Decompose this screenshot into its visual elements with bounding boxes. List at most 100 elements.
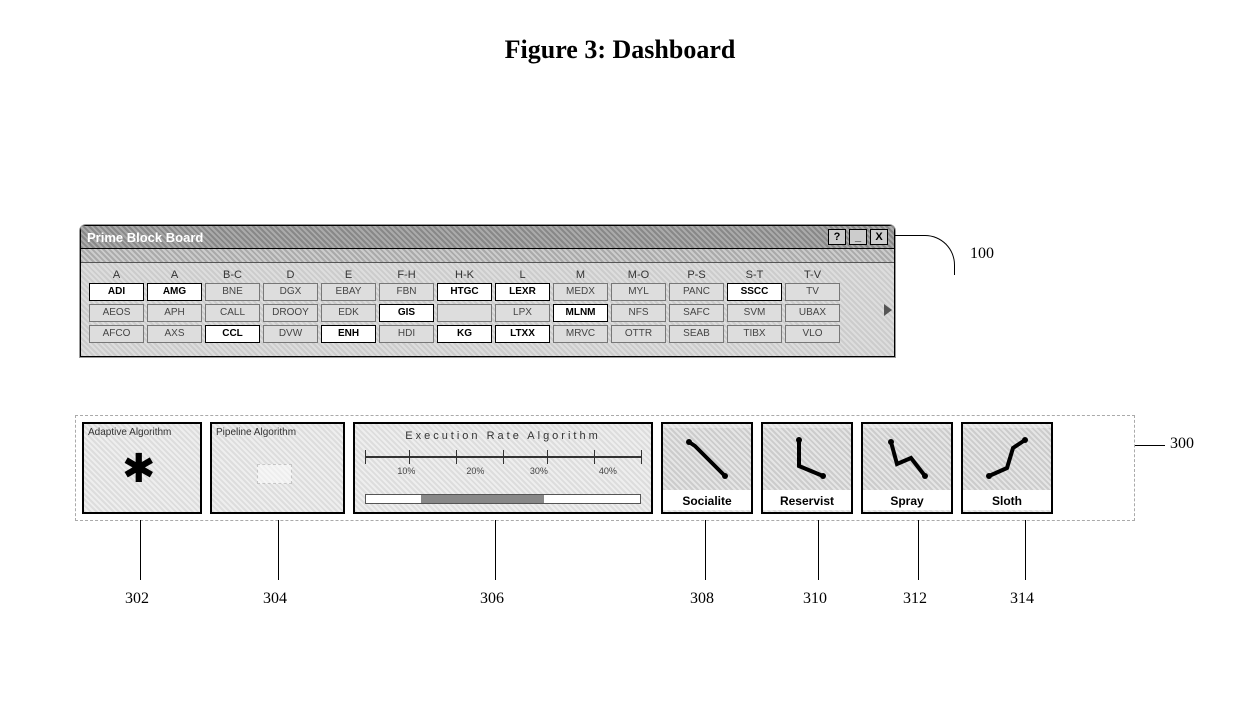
ticker-cell[interactable]: DROOY — [263, 304, 318, 322]
strategy-socialite[interactable]: Socialite — [661, 422, 753, 514]
help-button[interactable]: ? — [828, 229, 846, 245]
ticker-cell[interactable]: VLO — [785, 325, 840, 343]
callout-308: 308 — [690, 590, 714, 608]
ticker-cell[interactable]: HDI — [379, 325, 434, 343]
strategy-sloth[interactable]: Sloth — [961, 422, 1053, 514]
ticker-cell[interactable]: NFS — [611, 304, 666, 322]
ticker-cell[interactable]: MLNM — [553, 304, 608, 322]
ticker-cell[interactable] — [437, 304, 492, 322]
strategy-reservist[interactable]: Reservist — [761, 422, 853, 514]
column-header: H-K — [437, 269, 492, 281]
callout-leader — [278, 520, 279, 580]
spray-label: Spray — [863, 490, 951, 510]
ticker-cell[interactable]: LEXR — [495, 283, 550, 301]
column-header: A — [89, 269, 144, 281]
callout-leader — [140, 520, 141, 580]
exec-title: Execution Rate Algorithm — [355, 424, 651, 442]
callout-306: 306 — [480, 590, 504, 608]
ticker-cell[interactable]: ENH — [321, 325, 376, 343]
callout-304: 304 — [263, 590, 287, 608]
column-header: A — [147, 269, 202, 281]
socialite-chart-icon — [663, 428, 751, 490]
ticker-cell[interactable]: MRVC — [553, 325, 608, 343]
ticker-cell[interactable]: LTXX — [495, 325, 550, 343]
ticker-cell[interactable]: ADI — [89, 283, 144, 301]
pipeline-icon — [257, 464, 292, 484]
execution-rate-panel[interactable]: Execution Rate Algorithm 10% 20% 30% 40% — [353, 422, 653, 514]
ticker-cell[interactable]: KG — [437, 325, 492, 343]
ticker-cell[interactable]: CCL — [205, 325, 260, 343]
ticker-cell[interactable]: GIS — [379, 304, 434, 322]
exec-progress-bar[interactable] — [365, 494, 641, 504]
ticker-cell[interactable]: PANC — [669, 283, 724, 301]
ticker-cell[interactable]: CALL — [205, 304, 260, 322]
ticker-cell[interactable]: MEDX — [553, 283, 608, 301]
callout-302: 302 — [125, 590, 149, 608]
spray-chart-icon — [863, 428, 951, 490]
exec-lab-3: 40% — [599, 466, 617, 476]
ticker-panel: AAB-CDEF-HH-KLMM-OP-SS-TT-V ADIAMGBNEDGX… — [81, 263, 894, 356]
ticker-cell[interactable]: EBAY — [321, 283, 376, 301]
ticker-cell[interactable]: APH — [147, 304, 202, 322]
ticker-cell[interactable]: AEOS — [89, 304, 144, 322]
ticker-cell[interactable]: BNE — [205, 283, 260, 301]
callout-310: 310 — [803, 590, 827, 608]
ticker-cell[interactable]: HTGC — [437, 283, 492, 301]
callout-leader — [495, 520, 496, 580]
dashboard-window: Prime Block Board ? _ X AAB-CDEF-HH-KLMM… — [80, 225, 895, 357]
ticker-cell[interactable]: MYL — [611, 283, 666, 301]
column-header: L — [495, 269, 550, 281]
ticker-cell[interactable]: TIBX — [727, 325, 782, 343]
ticker-cell[interactable]: TV — [785, 283, 840, 301]
ticker-cell[interactable]: LPX — [495, 304, 550, 322]
toolbar-strip — [81, 249, 894, 263]
ticker-cell[interactable]: AMG — [147, 283, 202, 301]
window-title: Prime Block Board — [87, 230, 203, 245]
scroll-right-arrow-icon[interactable] — [884, 304, 892, 316]
callout-312: 312 — [903, 590, 927, 608]
exec-scale: 10% 20% 30% 40% — [365, 450, 641, 474]
strategy-spray[interactable]: Spray — [861, 422, 953, 514]
column-header: F-H — [379, 269, 434, 281]
exec-lab-2: 30% — [530, 466, 548, 476]
reservist-chart-icon — [763, 428, 851, 490]
close-button[interactable]: X — [870, 229, 888, 245]
callout-100: 100 — [970, 245, 994, 263]
pipeline-label: Pipeline Algorithm — [212, 424, 343, 441]
adaptive-label: Adaptive Algorithm — [84, 424, 200, 441]
ticker-cell[interactable]: AFCO — [89, 325, 144, 343]
ticker-cell[interactable]: SVM — [727, 304, 782, 322]
socialite-label: Socialite — [663, 490, 751, 510]
ticker-cell[interactable]: UBAX — [785, 304, 840, 322]
minimize-button[interactable]: _ — [849, 229, 867, 245]
callout-300: 300 — [1170, 435, 1194, 453]
adaptive-algorithm-panel[interactable]: Adaptive Algorithm ✱ — [82, 422, 202, 514]
sloth-label: Sloth — [963, 490, 1051, 510]
column-header: E — [321, 269, 376, 281]
column-header: M — [553, 269, 608, 281]
exec-lab-1: 20% — [466, 466, 484, 476]
algorithm-strip: Adaptive Algorithm ✱ Pipeline Algorithm … — [75, 415, 1135, 521]
ticker-cell[interactable]: AXS — [147, 325, 202, 343]
ticker-cell[interactable]: DVW — [263, 325, 318, 343]
ticker-cell[interactable]: SSCC — [727, 283, 782, 301]
column-header: B-C — [205, 269, 260, 281]
callout-314: 314 — [1010, 590, 1034, 608]
column-header: D — [263, 269, 318, 281]
callout-leader — [1025, 520, 1026, 580]
ticker-cell[interactable]: DGX — [263, 283, 318, 301]
window-titlebar: Prime Block Board ? _ X — [81, 226, 894, 249]
ticker-cell[interactable]: EDK — [321, 304, 376, 322]
callout-leader — [1135, 445, 1165, 446]
column-header: S-T — [727, 269, 782, 281]
callout-leader — [918, 520, 919, 580]
pipeline-algorithm-panel[interactable]: Pipeline Algorithm — [210, 422, 345, 514]
ticker-cell[interactable]: SAFC — [669, 304, 724, 322]
sloth-chart-icon — [963, 428, 1051, 490]
column-header: M-O — [611, 269, 666, 281]
ticker-cell[interactable]: SEAB — [669, 325, 724, 343]
column-header: T-V — [785, 269, 840, 281]
ticker-cell[interactable]: FBN — [379, 283, 434, 301]
column-header: P-S — [669, 269, 724, 281]
ticker-cell[interactable]: OTTR — [611, 325, 666, 343]
